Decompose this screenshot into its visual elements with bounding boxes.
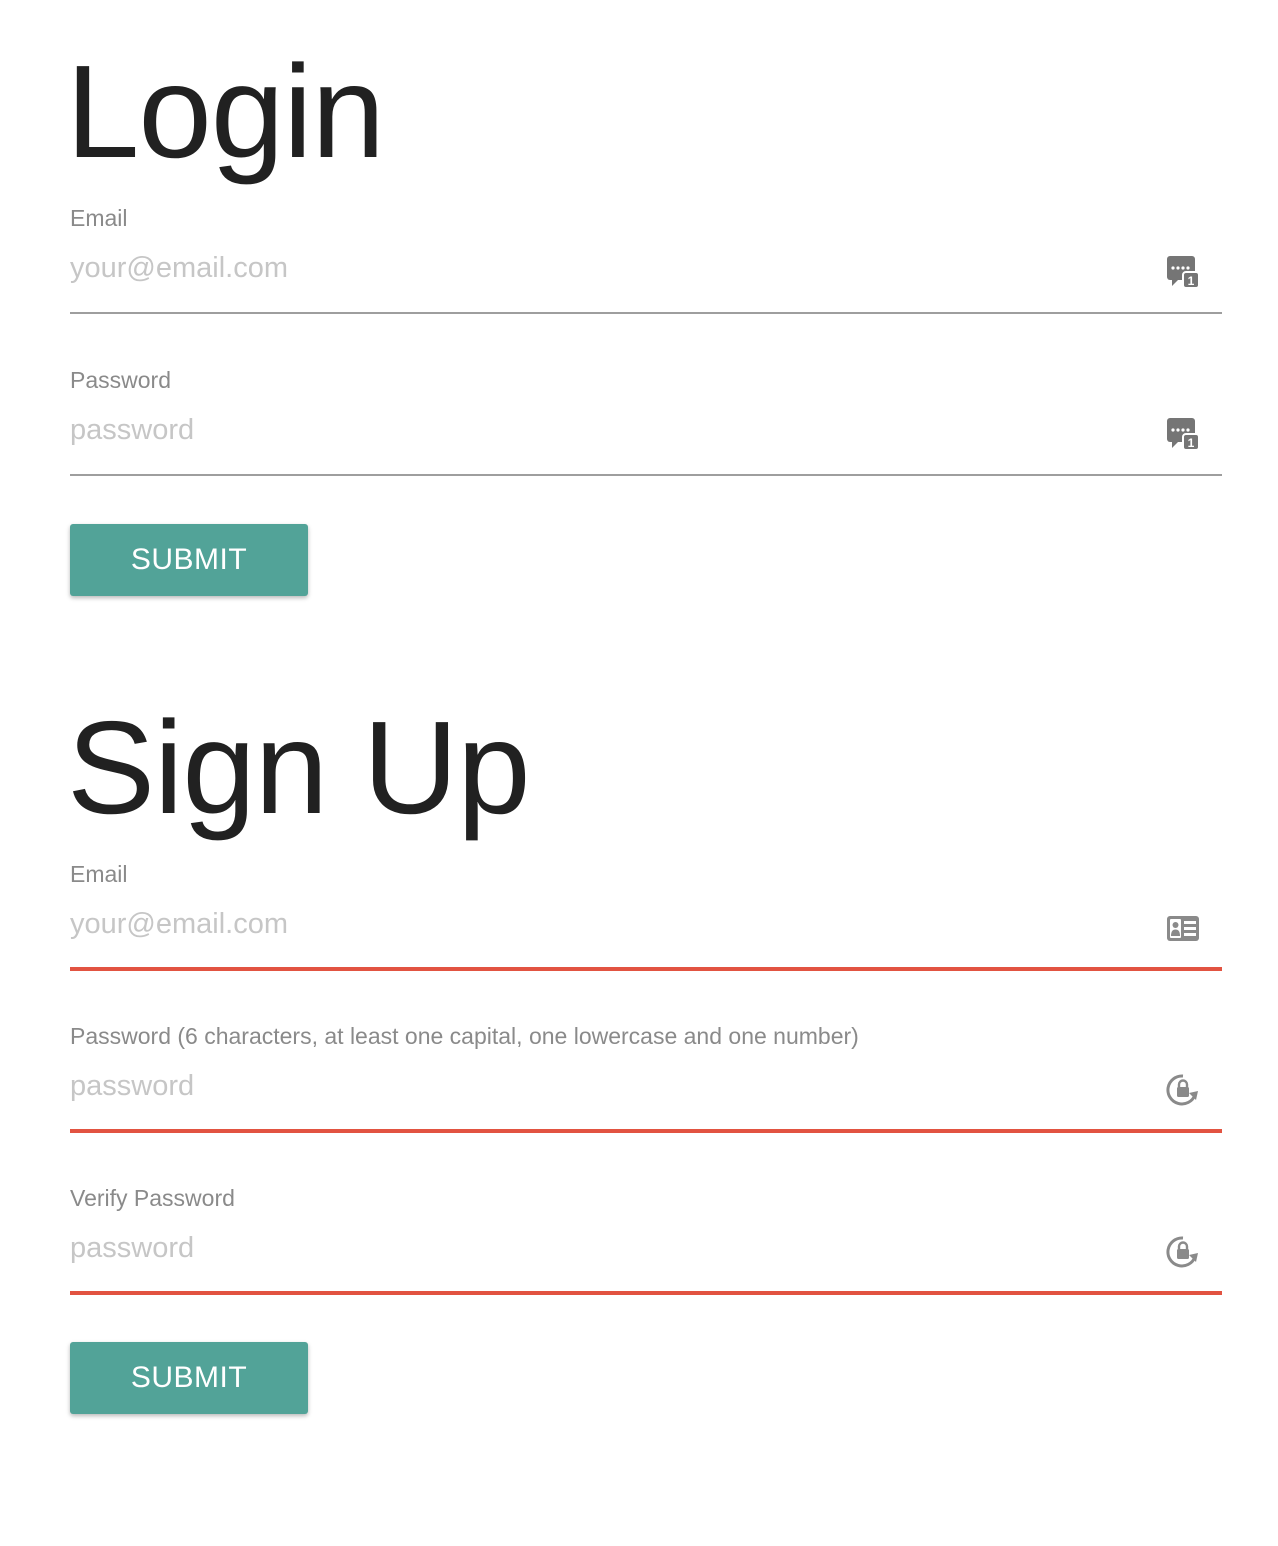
login-email-input[interactable] bbox=[70, 243, 1140, 293]
login-password-input[interactable] bbox=[70, 405, 1140, 455]
signup-submit-button[interactable]: SUBMIT bbox=[70, 1342, 308, 1414]
password-manager-icon[interactable]: 1 bbox=[1166, 417, 1200, 451]
signup-verify-password-underline bbox=[70, 1291, 1222, 1295]
signup-email-field: Email bbox=[70, 861, 1222, 979]
login-title: Login bbox=[66, 38, 385, 185]
contact-card-icon[interactable] bbox=[1166, 911, 1200, 945]
svg-text:1: 1 bbox=[1188, 436, 1195, 450]
signup-verify-password-input[interactable] bbox=[70, 1223, 1140, 1273]
signup-email-input[interactable] bbox=[70, 899, 1140, 949]
login-password-label: Password bbox=[70, 367, 171, 393]
login-password-underline bbox=[70, 474, 1222, 476]
svg-text:1: 1 bbox=[1188, 274, 1195, 288]
signup-verify-password-label: Verify Password bbox=[70, 1185, 235, 1211]
login-submit-button[interactable]: SUBMIT bbox=[70, 524, 308, 596]
generate-password-icon[interactable] bbox=[1166, 1235, 1200, 1269]
generate-password-icon[interactable] bbox=[1166, 1073, 1200, 1107]
signup-email-label: Email bbox=[70, 861, 128, 887]
signup-verify-password-field: Verify Password bbox=[70, 1185, 1222, 1303]
signup-password-underline bbox=[70, 1129, 1222, 1133]
password-manager-icon[interactable]: 1 bbox=[1166, 255, 1200, 289]
signup-title: Sign Up bbox=[67, 694, 531, 841]
login-email-field: Email 1 bbox=[70, 205, 1222, 323]
login-password-field: Password 1 bbox=[70, 367, 1222, 485]
signup-password-label: Password (6 characters, at least one cap… bbox=[70, 1023, 859, 1049]
signup-password-field: Password (6 characters, at least one cap… bbox=[70, 1023, 1222, 1141]
login-email-underline bbox=[70, 312, 1222, 314]
login-email-label: Email bbox=[70, 205, 128, 231]
signup-password-input[interactable] bbox=[70, 1061, 1140, 1111]
signup-email-underline bbox=[70, 967, 1222, 971]
